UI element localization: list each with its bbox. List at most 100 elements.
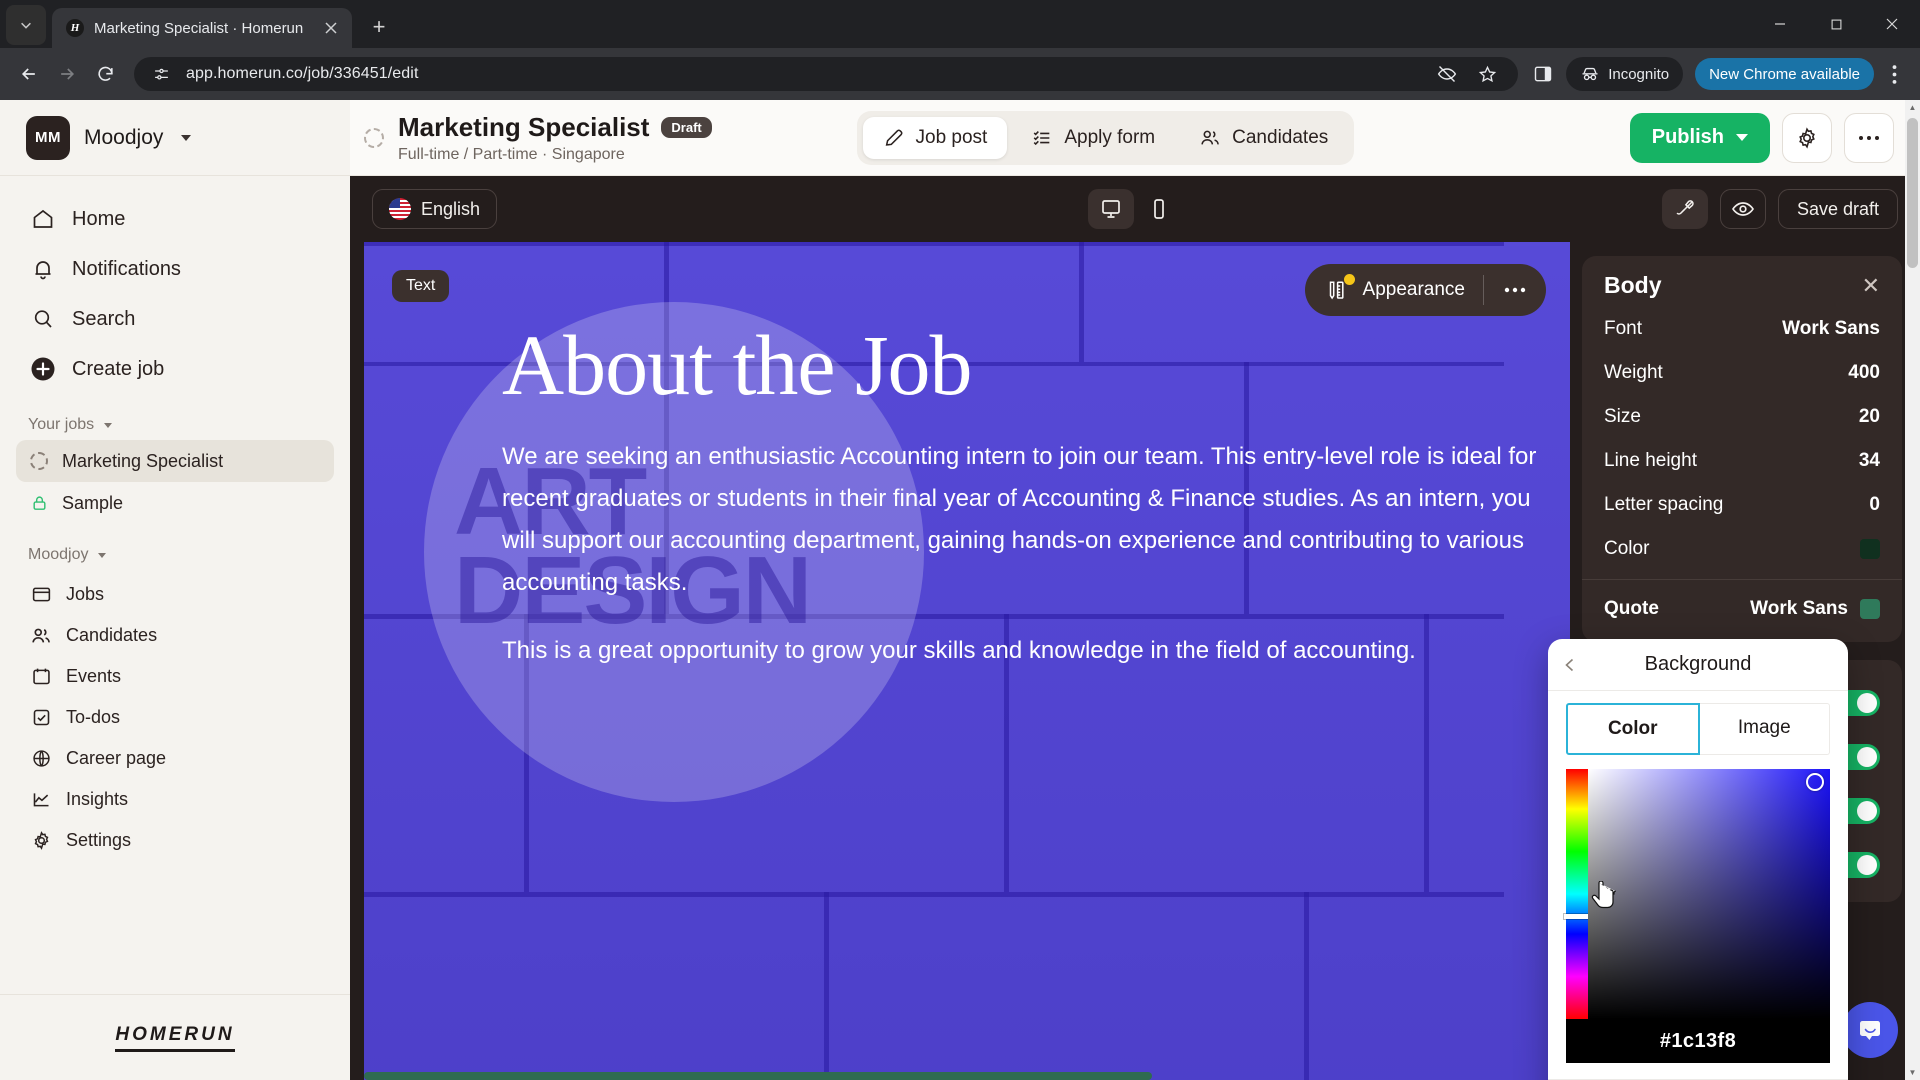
dashed-circle-icon	[364, 127, 384, 148]
sv-thumb[interactable]	[1806, 773, 1824, 791]
tracking-protection-icon[interactable]	[1434, 61, 1460, 87]
tab-apply-form[interactable]: Apply form	[1011, 117, 1175, 159]
sidebar-item-career-page[interactable]: Career page	[16, 738, 334, 779]
maximize-icon[interactable]	[1808, 0, 1864, 48]
browser-window: H Marketing Specialist · Homerun + app.h…	[0, 0, 1920, 1080]
workspace-switcher[interactable]: MM Moodjoy	[0, 100, 350, 176]
job-header: Marketing Specialist Draft Full-time / P…	[350, 100, 1920, 176]
style-row-color[interactable]: Color	[1604, 527, 1880, 571]
close-icon[interactable]: ✕	[1862, 274, 1880, 297]
org-nav-header[interactable]: Moodjoy	[0, 524, 350, 570]
chevron-left-icon[interactable]	[1562, 639, 1578, 690]
tab-job-post[interactable]: Job post	[862, 116, 1008, 159]
sidebar-item-label: Events	[66, 666, 122, 686]
scroll-up-icon[interactable]: ▲	[1905, 100, 1920, 115]
sidebar-item-to-dos[interactable]: To-dos	[16, 697, 334, 738]
chrome-menu-icon[interactable]	[1880, 64, 1908, 84]
style-row-quote[interactable]: Quote Work Sans	[1604, 580, 1880, 632]
bookmark-star-icon[interactable]	[1474, 61, 1500, 87]
incognito-indicator[interactable]: Incognito	[1566, 57, 1684, 91]
row-label: Letter spacing	[1604, 494, 1724, 515]
job-post-canvas[interactable]: ART DESIGN About the Job We are seeking a…	[364, 242, 1570, 1080]
intercom-launcher[interactable]	[1842, 1002, 1898, 1058]
sidebar-item-sample[interactable]: Sample	[16, 482, 334, 524]
chevron-down-icon[interactable]	[1735, 134, 1748, 141]
us-flag-icon	[389, 198, 411, 220]
mobile-icon[interactable]	[1136, 189, 1182, 229]
search-icon	[30, 306, 56, 332]
saturation-value-area[interactable]	[1588, 769, 1830, 1019]
block-more-button[interactable]	[1484, 287, 1546, 293]
tab-label: Apply form	[1064, 126, 1156, 148]
tab-color[interactable]: Color	[1566, 703, 1700, 755]
color-swatch[interactable]	[1860, 599, 1880, 619]
about-the-job-heading[interactable]: About the Job	[502, 320, 1570, 411]
new-tab-button[interactable]: +	[362, 10, 396, 44]
sidebar-item-search[interactable]: Search	[16, 294, 334, 344]
incognito-label: Incognito	[1608, 65, 1670, 83]
desktop-icon[interactable]	[1088, 189, 1134, 229]
style-row-weight[interactable]: Weight 400	[1604, 351, 1880, 395]
reload-icon[interactable]	[88, 57, 122, 91]
sidebar-item-create-job[interactable]: Create job	[16, 344, 334, 394]
sidebar-item-marketing-specialist[interactable]: Marketing Specialist	[16, 440, 334, 482]
chevron-down-icon[interactable]	[98, 552, 107, 558]
window-close-icon[interactable]	[1864, 0, 1920, 48]
sidebar-item-label: Search	[72, 307, 136, 330]
appearance-button[interactable]: Appearance	[1305, 274, 1483, 303]
minimize-icon[interactable]	[1752, 0, 1808, 48]
language-selector[interactable]: English	[372, 189, 498, 229]
sidebar-item-notifications[interactable]: Notifications	[16, 244, 334, 294]
canvas-horizontal-scrollbar[interactable]	[364, 1072, 1220, 1080]
tab-candidates[interactable]: Candidates	[1179, 117, 1348, 159]
job-settings-button[interactable]	[1781, 112, 1832, 163]
style-panel-title: Body	[1604, 272, 1662, 298]
about-the-job-body[interactable]: We are seeking an enthusiastic Accountin…	[502, 436, 1562, 672]
address-bar[interactable]: app.homerun.co/job/336451/edit	[134, 57, 1519, 91]
tab-image[interactable]: Image	[1699, 703, 1830, 755]
sidebar-item-jobs[interactable]: Jobs	[16, 574, 334, 615]
forward-icon[interactable]	[50, 57, 84, 91]
sidebar-item-home[interactable]: Home	[16, 194, 334, 244]
style-row-size[interactable]: Size 20	[1604, 395, 1880, 439]
page-scrollbar[interactable]: ▲ ▼	[1905, 100, 1920, 1080]
sidebar-item-insights[interactable]: Insights	[16, 779, 334, 820]
sidebar-item-events[interactable]: Events	[16, 656, 334, 697]
preview-button[interactable]	[1719, 189, 1766, 229]
style-row-line-height[interactable]: Line height 34	[1604, 439, 1880, 483]
background-color-popover: Background Color Image #1c13f8	[1548, 639, 1848, 1080]
your-jobs-header[interactable]: Your jobs	[0, 394, 350, 440]
hue-slider[interactable]	[1564, 769, 1590, 1019]
scroll-down-icon[interactable]: ▼	[1905, 1065, 1920, 1080]
scrollbar-thumb[interactable]	[1907, 118, 1918, 268]
browser-tab[interactable]: H Marketing Specialist · Homerun	[52, 8, 352, 48]
hue-thumb[interactable]	[1564, 914, 1590, 919]
job-more-button[interactable]	[1843, 112, 1894, 163]
close-icon[interactable]	[320, 17, 342, 39]
workspace-name: Moodjoy	[84, 125, 164, 149]
chevron-down-icon[interactable]	[104, 422, 113, 428]
publish-button[interactable]: Publish	[1629, 112, 1770, 163]
style-row-letter-spacing[interactable]: Letter spacing 0	[1604, 483, 1880, 527]
publish-label: Publish	[1651, 126, 1724, 148]
row-value: Work Sans	[1750, 598, 1848, 619]
browser-icon	[30, 584, 52, 606]
style-row-font[interactable]: Font Work Sans	[1604, 307, 1880, 351]
site-settings-icon[interactable]	[148, 61, 174, 87]
hex-value[interactable]: #1c13f8	[1566, 1019, 1830, 1063]
style-brush-button[interactable]	[1661, 189, 1708, 229]
color-swatch[interactable]	[1860, 539, 1880, 559]
chrome-update-button[interactable]: New Chrome available	[1695, 58, 1874, 90]
tab-search-button[interactable]	[6, 5, 46, 45]
back-icon[interactable]	[12, 57, 46, 91]
save-draft-button[interactable]: Save draft	[1777, 189, 1898, 229]
color-picker[interactable]	[1564, 769, 1830, 1019]
sidebar-item-settings[interactable]: Settings	[16, 820, 334, 861]
sidebar-item-candidates[interactable]: Candidates	[16, 615, 334, 656]
side-panel-icon[interactable]	[1530, 61, 1556, 87]
sidebar-item-label: To-dos	[66, 707, 121, 727]
url-text: app.homerun.co/job/336451/edit	[186, 65, 419, 82]
canvas-wrapper: ART DESIGN About the Job We are seeking a…	[350, 242, 1570, 1080]
chevron-down-icon[interactable]	[181, 134, 192, 141]
language-label: English	[421, 198, 481, 219]
